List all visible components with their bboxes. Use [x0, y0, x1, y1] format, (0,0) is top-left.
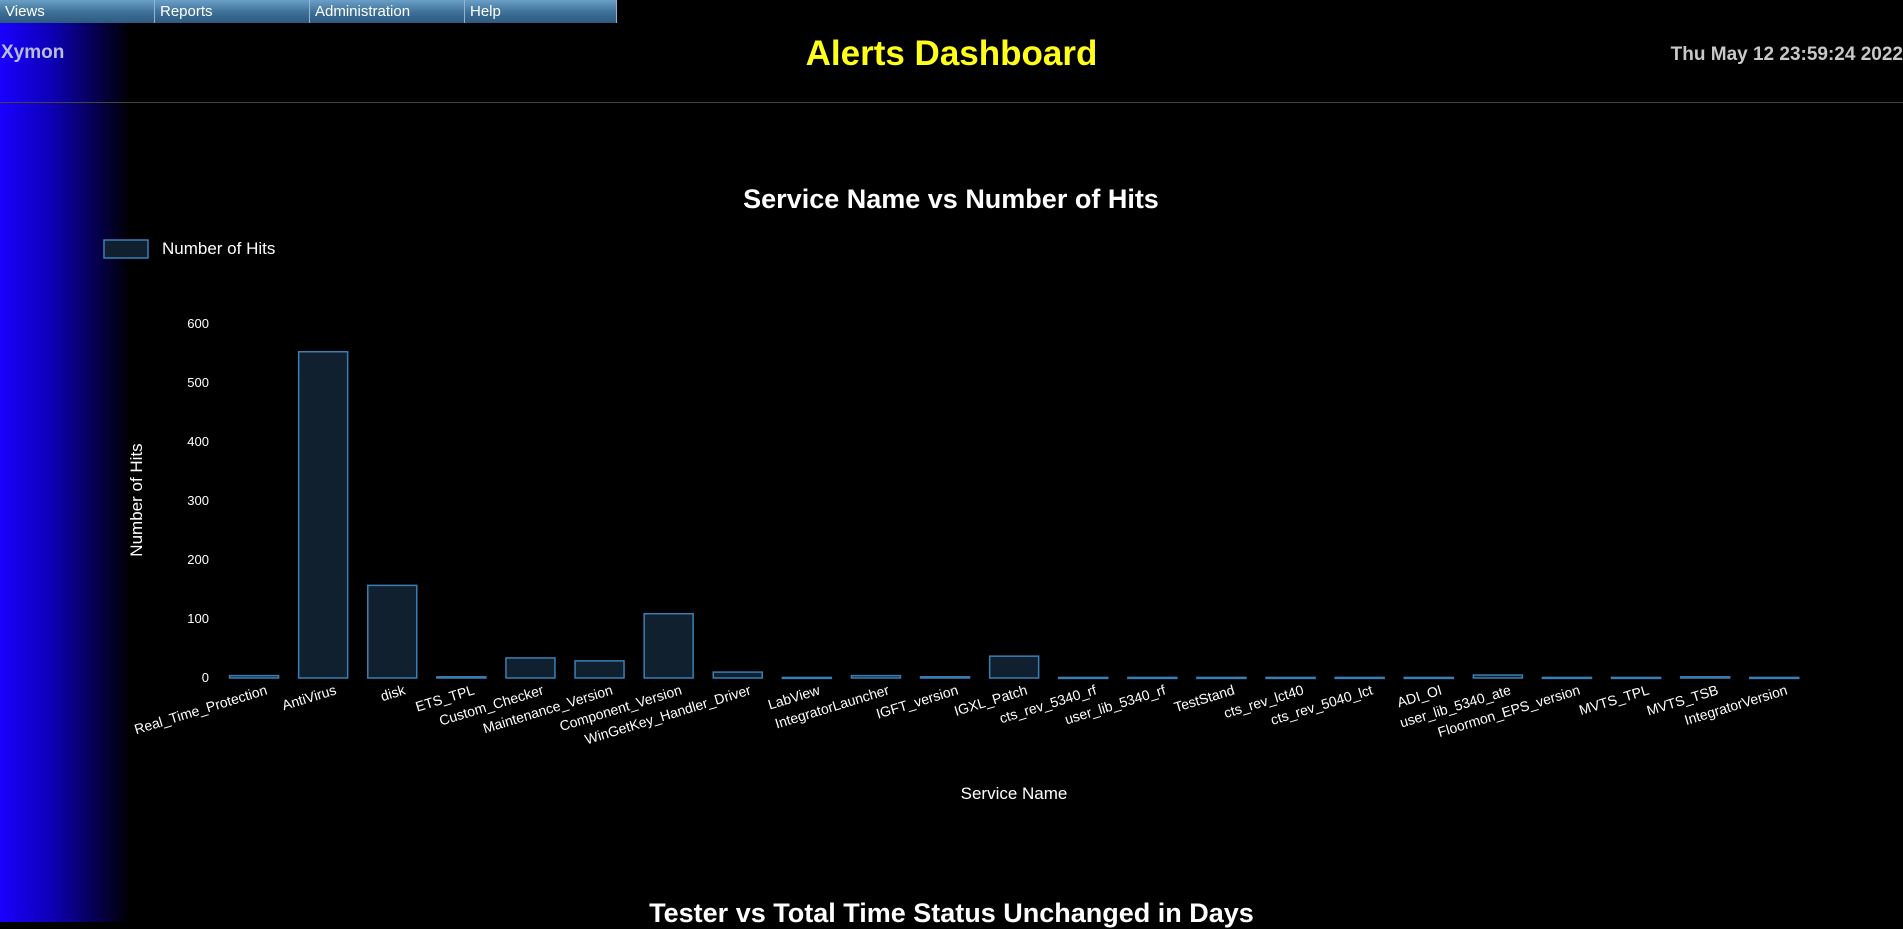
chart-title: Service Name vs Number of Hits: [743, 184, 1159, 214]
legend-swatch: [103, 239, 149, 259]
x-tick-label: MVTS_TPL: [1577, 682, 1651, 719]
menu-item-help[interactable]: Help: [465, 0, 617, 23]
bar-antivirus: [297, 350, 349, 679]
bar-mvts-tsb: [1679, 676, 1731, 679]
x-tick-label: Real_Time_Protection: [132, 682, 269, 738]
y-tick-label: 100: [187, 611, 209, 626]
bar-disk: [367, 584, 418, 679]
bar-wingetkey-handler-driver: [712, 671, 763, 679]
menu-item-views[interactable]: Views: [0, 0, 155, 23]
bar-adi-oi: [1403, 676, 1454, 680]
bar-user-lib-5340-rf: [1127, 676, 1178, 680]
bar-mvts-tpl: [1610, 676, 1662, 680]
bar-integratorversion: [1749, 676, 1800, 680]
bar-teststand: [1196, 676, 1247, 680]
bar-component-version: [643, 612, 694, 679]
bar-floormon-eps-version: [1541, 676, 1593, 680]
y-tick-label: 300: [187, 493, 209, 508]
x-axis-label: Service Name: [961, 784, 1068, 803]
bar-maintenance-version: [574, 660, 625, 679]
bar-ets-tpl: [436, 676, 487, 679]
bar-cts-rev-5040-lct: [1334, 676, 1385, 680]
menu-item-reports[interactable]: Reports: [155, 0, 310, 23]
bar-igft-version: [919, 676, 971, 679]
y-tick-label: 400: [187, 434, 209, 449]
bar-custom-checker: [505, 657, 556, 679]
bar-cts-rev-5340-rf: [1058, 676, 1109, 680]
menu-item-administration[interactable]: Administration: [310, 0, 465, 23]
x-tick-label: AntiVirus: [280, 682, 338, 714]
y-axis-label: Number of Hits: [127, 443, 146, 556]
hits-bar-chart: Service Name vs Number of Hits Number of …: [103, 184, 1800, 803]
bar-cts-rev-lct40: [1265, 676, 1316, 680]
y-tick-label: 600: [187, 316, 209, 331]
bar-igxl-patch: [988, 655, 1040, 679]
brand-logo-text[interactable]: Xymon: [1, 42, 64, 64]
bar-real-time-protection: [228, 674, 280, 679]
y-tick-label: 500: [187, 375, 209, 390]
bar-integratorlauncher: [850, 674, 902, 679]
bar-labview: [781, 676, 833, 680]
chart2-title: Tester vs Total Time Status Unchanged in…: [649, 898, 1254, 928]
x-tick-label: disk: [379, 681, 408, 704]
menu-bar: Views Reports Administration Help: [0, 0, 617, 23]
legend-label: Number of Hits: [162, 239, 275, 258]
y-tick-label: 0: [202, 670, 209, 685]
bar-user-lib-5340-ate: [1472, 674, 1524, 679]
y-tick-label: 200: [187, 552, 209, 567]
